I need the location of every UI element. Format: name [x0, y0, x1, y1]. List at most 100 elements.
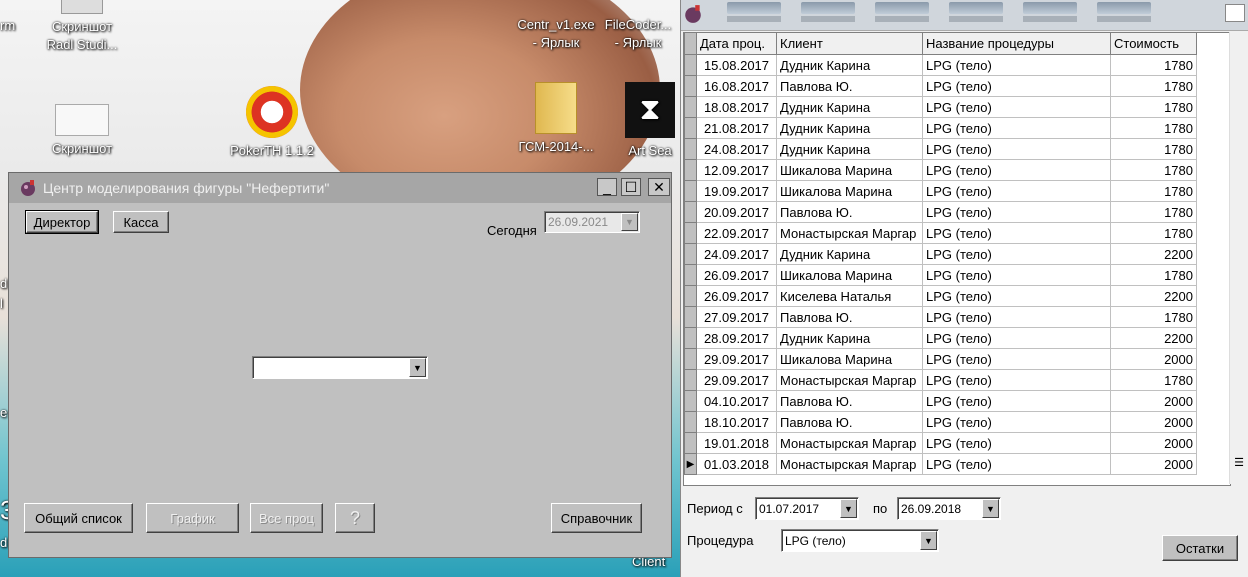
row-indicator[interactable]	[684, 201, 697, 223]
row-indicator[interactable]	[684, 432, 697, 454]
cell-date[interactable]: 18.10.2017	[696, 411, 777, 433]
row-indicator[interactable]	[684, 222, 697, 244]
row-indicator[interactable]	[684, 96, 697, 118]
row-indicator[interactable]	[684, 348, 697, 370]
minimize-button[interactable]: _	[597, 178, 617, 196]
cell-date[interactable]: 21.08.2017	[696, 117, 777, 139]
cell-procedure[interactable]: LPG (тело)	[922, 222, 1111, 244]
cell-client[interactable]: Дудник Карина	[776, 243, 923, 265]
toolbar-button[interactable]	[1023, 2, 1077, 22]
toolbar-button[interactable]	[801, 2, 855, 22]
desktop-icon-art-sea[interactable]: ⧗ Art Sea	[620, 82, 680, 160]
cell-procedure[interactable]: LPG (тело)	[922, 390, 1111, 412]
row-indicator[interactable]	[684, 285, 697, 307]
remainders-button[interactable]: Остатки	[1162, 535, 1238, 561]
cell-client[interactable]: Павлова Ю.	[776, 390, 923, 412]
row-indicator[interactable]	[684, 411, 697, 433]
row-indicator[interactable]	[684, 369, 697, 391]
desktop-icon-pokerth[interactable]: PokerTH 1.1.2	[222, 86, 322, 160]
cell-date[interactable]: 20.09.2017	[696, 201, 777, 223]
table-row[interactable]: 20.09.2017 Павлова Ю. LPG (тело) 1780	[684, 201, 1197, 223]
cell-cost[interactable]: 2200	[1110, 243, 1197, 265]
chevron-down-icon[interactable]: ▼	[840, 499, 857, 518]
cell-procedure[interactable]: LPG (тело)	[922, 138, 1111, 160]
table-row[interactable]: 28.09.2017 Дудник Карина LPG (тело) 2200	[684, 327, 1197, 349]
cell-cost[interactable]: 2000	[1110, 453, 1197, 475]
current-row-indicator-icon[interactable]: ▶	[684, 453, 697, 475]
cell-procedure[interactable]: LPG (тело)	[922, 264, 1111, 286]
table-row[interactable]: 29.09.2017 Монастырская Маргар LPG (тело) 1…	[684, 369, 1197, 391]
table-row[interactable]: 12.09.2017 Шикалова Марина LPG (тело) 1780	[684, 159, 1197, 181]
cell-procedure[interactable]: LPG (тело)	[922, 453, 1111, 475]
cell-client[interactable]: Павлова Ю.	[776, 75, 923, 97]
cell-cost[interactable]: 2000	[1110, 432, 1197, 454]
cell-procedure[interactable]: LPG (тело)	[922, 180, 1111, 202]
table-row[interactable]: ▶ 01.03.2018 Монастырская Маргар LPG (тело)…	[684, 453, 1197, 475]
reference-button[interactable]: Справочник	[551, 503, 642, 533]
cell-cost[interactable]: 2200	[1110, 327, 1197, 349]
desktop-icon-filecoder[interactable]: FileCoder... - Ярлык	[596, 0, 680, 52]
table-row[interactable]: 04.10.2017 Павлова Ю. LPG (тело) 2000	[684, 390, 1197, 412]
row-indicator[interactable]	[684, 390, 697, 412]
procedures-table[interactable]: Дата проц. Клиент Название процедуры Сто…	[683, 32, 1231, 486]
cell-procedure[interactable]: LPG (тело)	[922, 117, 1111, 139]
cell-cost[interactable]: 1780	[1110, 138, 1197, 160]
cell-procedure[interactable]: LPG (тело)	[922, 432, 1111, 454]
cell-client[interactable]: Дудник Карина	[776, 96, 923, 118]
cell-cost[interactable]: 1780	[1110, 117, 1197, 139]
row-indicator[interactable]	[684, 306, 697, 328]
cell-client[interactable]: Монастырская Маргар	[776, 222, 923, 244]
row-indicator[interactable]	[684, 54, 697, 76]
cell-date[interactable]: 01.03.2018	[696, 453, 777, 475]
cell-cost[interactable]: 1780	[1110, 180, 1197, 202]
cell-date[interactable]: 28.09.2017	[696, 327, 777, 349]
cell-procedure[interactable]: LPG (тело)	[922, 285, 1111, 307]
cell-cost[interactable]: 1780	[1110, 369, 1197, 391]
cell-date[interactable]: 22.09.2017	[696, 222, 777, 244]
cell-client[interactable]: Шикалова Марина	[776, 348, 923, 370]
cell-cost[interactable]: 2000	[1110, 411, 1197, 433]
row-indicator[interactable]	[684, 75, 697, 97]
toolbar-button[interactable]	[875, 2, 929, 22]
table-row[interactable]: 26.09.2017 Киселева Наталья LPG (тело) 2200	[684, 285, 1197, 307]
cell-date[interactable]: 19.09.2017	[696, 180, 777, 202]
cell-procedure[interactable]: LPG (тело)	[922, 348, 1111, 370]
column-header-procedure[interactable]: Название процедуры	[922, 33, 1111, 55]
cell-cost[interactable]: 2200	[1110, 285, 1197, 307]
cell-client[interactable]: Монастырская Маргар	[776, 369, 923, 391]
cell-cost[interactable]: 2000	[1110, 390, 1197, 412]
cell-cost[interactable]: 1780	[1110, 306, 1197, 328]
cash-button[interactable]: Касса	[113, 211, 169, 233]
cell-date[interactable]: 29.09.2017	[696, 369, 777, 391]
row-indicator[interactable]	[684, 138, 697, 160]
toolbar-button[interactable]	[727, 2, 781, 22]
desktop-icon-screenshot-radl[interactable]: Скриншот Radl Studi...	[32, 0, 132, 54]
cell-client[interactable]: Монастырская Маргар	[776, 453, 923, 475]
cell-client[interactable]: Павлова Ю.	[776, 306, 923, 328]
cell-client[interactable]: Шикалова Марина	[776, 159, 923, 181]
cell-date[interactable]: 19.01.2018	[696, 432, 777, 454]
column-header-cost[interactable]: Стоимость	[1110, 33, 1197, 55]
period-from-combo[interactable]: 01.07.2017 ▼	[755, 497, 859, 520]
cell-cost[interactable]: 1780	[1110, 264, 1197, 286]
table-row[interactable]: 24.09.2017 Дудник Карина LPG (тело) 2200	[684, 243, 1197, 265]
cell-client[interactable]: Киселева Наталья	[776, 285, 923, 307]
cell-cost[interactable]: 1780	[1110, 201, 1197, 223]
cell-cost[interactable]: 1780	[1110, 222, 1197, 244]
chevron-down-icon[interactable]: ▼	[920, 531, 937, 550]
cell-date[interactable]: 26.09.2017	[696, 264, 777, 286]
cell-procedure[interactable]: LPG (тело)	[922, 327, 1111, 349]
cell-cost[interactable]: 1780	[1110, 54, 1197, 76]
table-row[interactable]: 29.09.2017 Шикалова Марина LPG (тело) 2000	[684, 348, 1197, 370]
window-titlebar[interactable]: Центр моделирования фигуры "Нефертити" _…	[9, 173, 671, 203]
toolbar-button[interactable]	[949, 2, 1003, 22]
cell-procedure[interactable]: LPG (тело)	[922, 201, 1111, 223]
cell-cost[interactable]: 1780	[1110, 75, 1197, 97]
desktop-icon-screenshot[interactable]: Скриншот	[32, 104, 132, 158]
row-indicator[interactable]	[684, 180, 697, 202]
table-scrollbar[interactable]: ☰	[1229, 32, 1248, 484]
cell-cost[interactable]: 2000	[1110, 348, 1197, 370]
row-indicator[interactable]	[684, 243, 697, 265]
cell-procedure[interactable]: LPG (тело)	[922, 96, 1111, 118]
row-indicator[interactable]	[684, 159, 697, 181]
